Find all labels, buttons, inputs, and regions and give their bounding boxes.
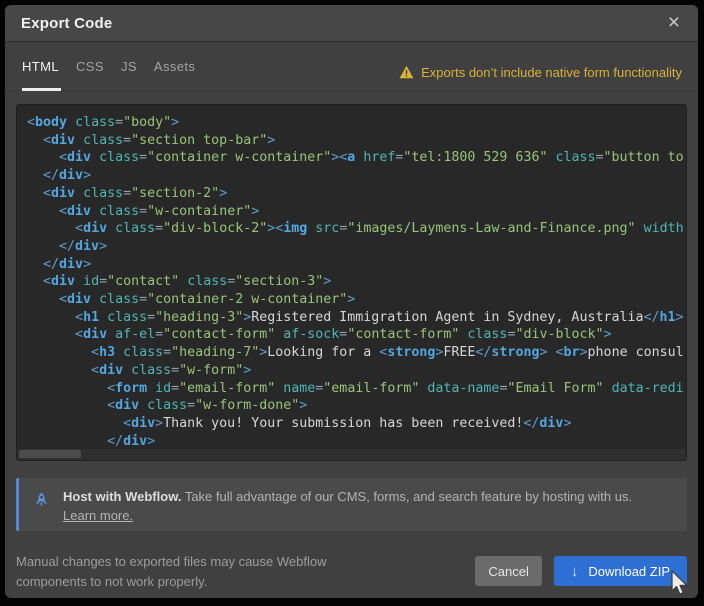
code-line: <div class="container w-container"><a hr… <box>27 149 686 167</box>
code-line: <div class="w-container"> <box>27 203 686 221</box>
dialog-title: Export Code <box>21 15 112 32</box>
code-line: <div af-el="contact-form" af-sock="conta… <box>27 326 686 344</box>
footer-buttons: Cancel ↓ Download ZIP <box>475 556 687 586</box>
code-line: </div> <box>27 433 686 449</box>
code-line: <div class="div-block-2"><img src="image… <box>27 220 686 238</box>
code-line: <div class="w-form-done"> <box>27 397 686 415</box>
download-label: Download ZIP <box>588 564 670 579</box>
code-line: <body class="body"> <box>27 114 686 132</box>
export-code-dialog: Export Code × HTML CSS JS Assets Exports do… <box>5 5 698 598</box>
export-note: Manual changes to exported files may cau… <box>16 552 346 592</box>
code-line: </div> <box>27 256 686 274</box>
banner-body: Take full advantage of our CMS, forms, a… <box>181 489 632 504</box>
code-line: <form id="email-form" name="email-form" … <box>27 380 686 398</box>
code-line: <h3 class="heading-7">Looking for a <str… <box>27 344 686 362</box>
form-warning: Exports don’t include native form functi… <box>399 62 682 82</box>
banner-title: Host with Webflow. <box>63 489 181 504</box>
banner-text: Host with Webflow. Take full advantage o… <box>63 487 632 522</box>
code-line: <div class="container-2 w-container"> <box>27 291 686 309</box>
tab-assets[interactable]: Assets <box>154 59 195 90</box>
close-button[interactable]: × <box>666 13 682 33</box>
code-line: <div id="contact" class="section-3"> <box>27 273 686 291</box>
code-line: <div>Thank you! Your submission has been… <box>27 415 686 433</box>
tab-html[interactable]: HTML <box>22 59 59 90</box>
code-line: <div class="section top-bar"> <box>27 132 686 150</box>
code-line: </div> <box>27 167 686 185</box>
warning-text: Exports don’t include native form functi… <box>421 65 682 80</box>
tab-js[interactable]: JS <box>121 59 137 90</box>
code-content: <body class="body"> <div class="section … <box>17 105 686 449</box>
host-banner: Host with Webflow. Take full advantage o… <box>16 478 687 531</box>
learn-more-link[interactable]: Learn more. <box>63 508 133 523</box>
code-line: </div> <box>27 238 686 256</box>
download-zip-button[interactable]: ↓ Download ZIP <box>554 556 687 586</box>
tab-css[interactable]: CSS <box>76 59 104 90</box>
code-line: <h1 class="heading-3">Registered Immigra… <box>27 309 686 327</box>
code-line: <div class="section-2"> <box>27 185 686 203</box>
dialog-header: Export Code × <box>5 5 698 42</box>
warning-icon <box>399 65 414 79</box>
close-icon: × <box>668 11 680 34</box>
rocket-icon <box>33 492 50 509</box>
cancel-label: Cancel <box>488 564 528 579</box>
horizontal-scrollbar[interactable] <box>17 449 686 460</box>
cancel-button[interactable]: Cancel <box>475 556 541 586</box>
code-panel[interactable]: <body class="body"> <div class="section … <box>16 104 687 461</box>
download-arrow-icon: ↓ <box>571 564 579 579</box>
code-line: <div class="w-form"> <box>27 362 686 380</box>
scrollbar-thumb[interactable] <box>19 450 81 458</box>
